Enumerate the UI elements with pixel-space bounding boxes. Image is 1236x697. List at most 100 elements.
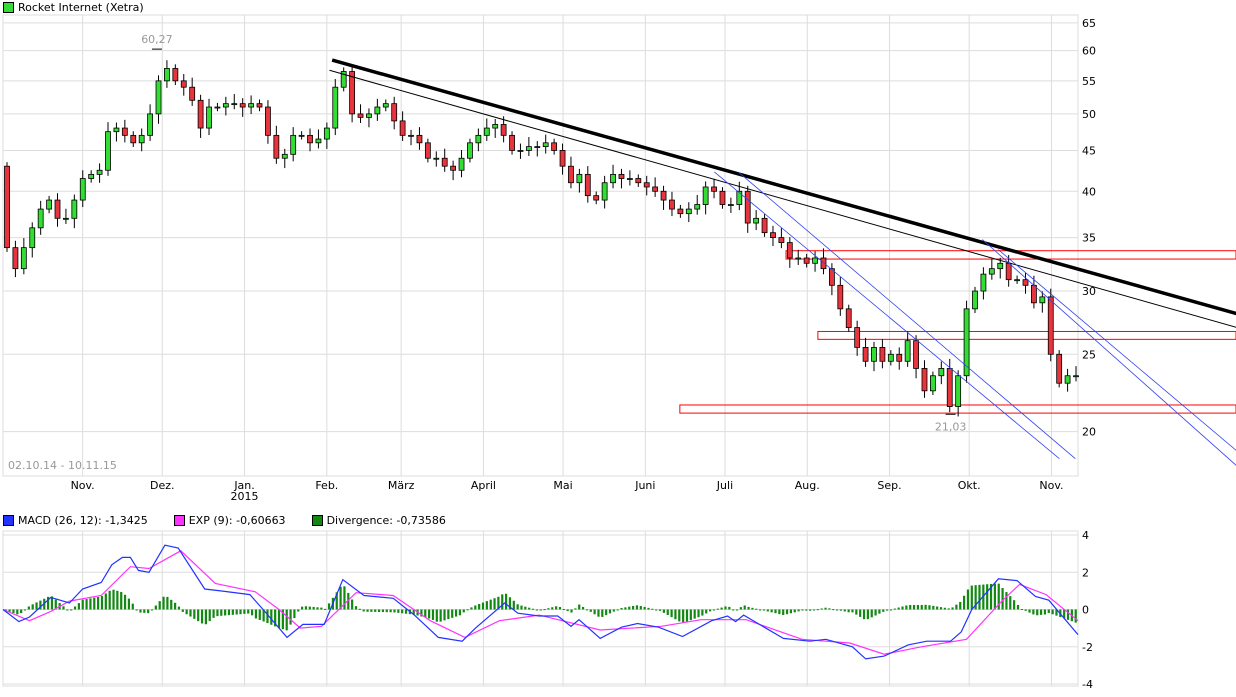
divergence-bar (843, 609, 846, 612)
candle (685, 202, 692, 223)
divergence-bar (1020, 609, 1023, 611)
divergence-bar (516, 604, 519, 610)
divergence-bar (31, 604, 34, 610)
divergence-bar (670, 609, 673, 618)
divergence-bar (632, 606, 635, 610)
divergence-bar (535, 609, 538, 611)
candle-body (408, 134, 414, 137)
divergence-bar (932, 605, 935, 610)
divergence-bar (320, 607, 323, 610)
divergence-bar (728, 606, 731, 610)
divergence-bar (1001, 588, 1004, 610)
candle (475, 128, 482, 152)
divergence-bar (812, 609, 816, 611)
candle (265, 100, 271, 144)
macd-tick-label: 2 (1082, 566, 1089, 579)
candle (147, 104, 153, 141)
candle (963, 300, 970, 383)
month-label: April (471, 479, 496, 492)
divergence-bar (1013, 600, 1016, 610)
candle (113, 122, 120, 142)
divergence-bar (862, 609, 866, 620)
divergence-bar (797, 609, 800, 612)
divergence-bar (566, 609, 569, 612)
divergence-bar (678, 609, 681, 622)
divergence-bar (878, 609, 881, 614)
divergence-bar (1047, 609, 1050, 613)
divergence-bar (597, 609, 600, 617)
support-resistance-zone (817, 330, 1236, 340)
month-label: Aug. (795, 479, 820, 492)
price-chart: 20253035404550556065420-2-4Nov. Dez. Jan.2… (2, 14, 1236, 691)
candle-body (542, 142, 549, 148)
candle-body (382, 103, 389, 108)
divergence-bar (381, 609, 385, 613)
divergence-bar (866, 609, 869, 620)
candle (458, 150, 465, 178)
divergence-bar (893, 608, 896, 610)
divergence-bar (154, 605, 157, 610)
candle-body (938, 368, 945, 377)
candle-body (862, 347, 869, 362)
candle-body (138, 134, 145, 144)
candle-body (147, 113, 153, 136)
candle (854, 320, 861, 356)
divergence-bar (431, 609, 435, 620)
candle-body (231, 103, 238, 106)
legend-swatch-divergence (311, 515, 323, 526)
candle (189, 77, 196, 106)
macd-tick-label: -4 (1082, 678, 1093, 691)
candle-body (955, 375, 962, 407)
candle (610, 164, 616, 189)
candle (1064, 368, 1071, 392)
candle (323, 122, 330, 149)
divergence-bar (770, 609, 773, 613)
divergence-bar (493, 598, 496, 610)
candle (988, 259, 995, 280)
divergence-bar (612, 609, 615, 612)
candle (727, 197, 734, 213)
candle-body (155, 80, 162, 115)
legend-exp: EXP (9): -0,60663 (173, 514, 286, 527)
divergence-bar (312, 606, 315, 610)
divergence-bar (882, 609, 885, 612)
candle-body (256, 103, 263, 108)
candle (256, 99, 263, 112)
candle-body (887, 353, 894, 362)
divergence-bar (1009, 596, 1012, 610)
divergence-bar (1066, 609, 1070, 620)
candle (290, 127, 297, 162)
candle (862, 337, 869, 367)
candle-body (113, 127, 120, 133)
divergence-bar (389, 609, 392, 613)
candle-body (12, 247, 19, 270)
divergence-bar (1024, 609, 1027, 611)
divergence-bar (123, 594, 127, 610)
legend-swatch-macd (3, 515, 14, 526)
divergence-bar (936, 606, 939, 610)
divergence-bar (470, 607, 473, 610)
divergence-bar (116, 590, 119, 610)
candle (20, 238, 27, 275)
candle-body (323, 127, 330, 140)
candle-body (290, 134, 297, 155)
candle-body (172, 68, 179, 82)
candle-body (1064, 375, 1071, 384)
candle (593, 191, 600, 205)
candle-body (1031, 284, 1037, 304)
price-tick-label: 35 (1082, 232, 1096, 245)
divergence-bar (762, 609, 766, 611)
candle (677, 204, 684, 218)
candle (601, 175, 608, 209)
divergence-bar (962, 595, 966, 610)
divergence-bar (624, 607, 627, 610)
divergence-bar (555, 606, 558, 610)
divergence-bar (705, 609, 708, 614)
divergence-bar (270, 609, 273, 625)
candle (130, 131, 137, 148)
divergence-bar (131, 603, 134, 610)
candle (349, 64, 356, 123)
divergence-bar (855, 609, 858, 615)
divergence-bar (785, 609, 789, 615)
price-tick-label: 55 (1082, 75, 1096, 88)
